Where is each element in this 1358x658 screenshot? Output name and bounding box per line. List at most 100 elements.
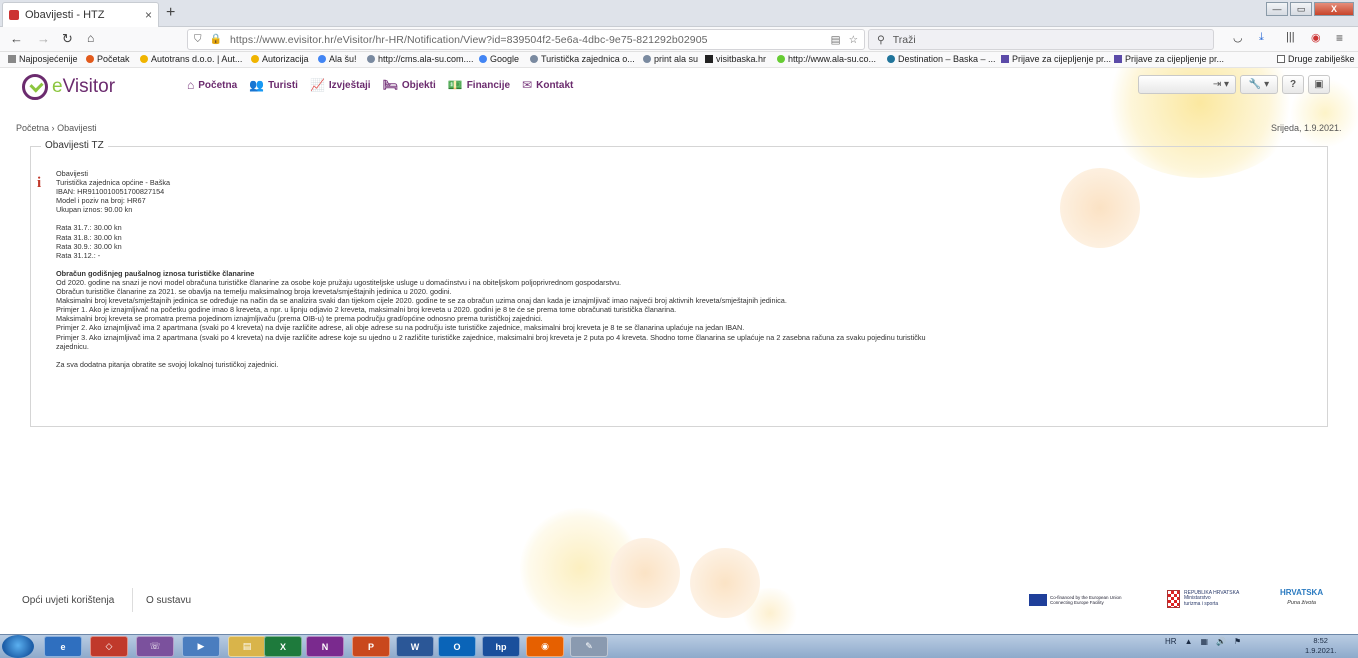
screen: { "browser": { "tab_title": "Obavijesti …: [0, 0, 1358, 658]
taskbar-ie[interactable]: e: [44, 636, 82, 657]
bookmark-star-icon[interactable]: ☆: [849, 34, 858, 46]
contact-card-button[interactable]: ▣: [1308, 75, 1330, 94]
help-button[interactable]: ?: [1282, 75, 1304, 94]
taskbar-outlook[interactable]: O: [438, 636, 476, 657]
tab-title: Obavijesti - HTZ: [25, 9, 105, 21]
search-input[interactable]: ⚲ Traži: [868, 29, 1214, 50]
notification-line: Obavijesti: [56, 169, 89, 178]
bookmark-item[interactable]: http://www.ala-su.co...: [777, 54, 876, 64]
taskbar-clock[interactable]: 8:52 1.9.2021.: [1305, 636, 1336, 656]
footer-divider: [132, 588, 133, 612]
show-hidden-icons-icon[interactable]: ▲: [1185, 637, 1193, 646]
menu-item-financije[interactable]: 💵 Financije: [448, 78, 510, 92]
bookmark-item[interactable]: Najposjećenije: [8, 54, 78, 64]
new-tab-button[interactable]: +: [166, 4, 175, 22]
notification-paragraph: Obračun turističke članarine za 2021. se…: [56, 287, 452, 297]
croatian-crest-icon: [1167, 590, 1180, 608]
notifications-panel: Obavijesti TZ i Obavijesti Turistička za…: [30, 140, 1328, 427]
bookmark-item[interactable]: visitbaska.hr: [705, 54, 766, 64]
close-tab-icon[interactable]: ×: [145, 8, 152, 22]
extension-icon[interactable]: ◉: [1311, 31, 1321, 44]
eu-logo: Co-financed by the European Union Connect…: [1029, 594, 1122, 606]
notification-paragraph: Primjer 1. Ako je iznajmljivač na početk…: [56, 305, 677, 315]
id-card-icon: ▣: [1314, 79, 1324, 90]
menu-item-turisti[interactable]: 👥 Turisti: [249, 78, 298, 92]
taskbar-powerpoint[interactable]: P: [352, 636, 390, 657]
main-menu: ⌂ Početna 👥 Turisti 📈 Izvještaji 🛏 Objekti 💵…: [187, 78, 585, 92]
shield-icon: ⛉: [194, 34, 202, 45]
page-footer: Opći uvjeti korištenja O sustavu Co-fina…: [0, 586, 1358, 626]
bookmark-item[interactable]: Destination – Baska – ...: [887, 54, 996, 64]
taskbar-media[interactable]: ▶: [182, 636, 220, 657]
info-icon: i: [37, 175, 42, 191]
globe-icon: [643, 55, 651, 63]
taskbar-hp[interactable]: hp: [482, 636, 520, 657]
settings-dropdown[interactable]: 🔧 ▾: [1240, 75, 1278, 94]
bookmark-item[interactable]: Autotrans d.o.o. | Aut...: [140, 54, 242, 64]
taskbar-explorer[interactable]: ▤: [228, 636, 266, 657]
notification-heading: Obračun godišnjeg paušalnog iznosa turis…: [56, 268, 255, 278]
close-window-button[interactable]: X: [1314, 2, 1354, 16]
bookmark-item[interactable]: print ala su: [643, 54, 698, 64]
forward-icon[interactable]: →: [37, 31, 50, 46]
bookmark-item[interactable]: Početak: [86, 54, 130, 64]
notification-line: IBAN: HR9110010051700827154: [56, 187, 165, 197]
taskbar-firefox[interactable]: ◉: [526, 636, 564, 657]
evisitor-logo[interactable]: eVisitor: [22, 74, 115, 100]
reader-icon[interactable]: ▤: [831, 34, 841, 46]
language-indicator[interactable]: HR: [1165, 637, 1177, 646]
menu-icon[interactable]: ≡: [1336, 31, 1343, 45]
start-button[interactable]: [2, 635, 34, 658]
bookmark-item[interactable]: Google: [479, 54, 519, 64]
globe-icon: [367, 55, 375, 63]
breadcrumb-separator: ›: [51, 123, 55, 133]
bookmark-item[interactable]: http://cms.ala-su.com....: [367, 54, 474, 64]
reload-icon[interactable]: ↻: [62, 31, 73, 47]
search-icon: ⚲: [877, 33, 885, 46]
about-link[interactable]: O sustavu: [146, 595, 191, 606]
bookmark-item[interactable]: Ala šu!: [318, 54, 357, 64]
taskbar-paint[interactable]: ✎: [570, 636, 608, 657]
notification-paragraph: Za sva dodatna pitanja obratite se svojo…: [56, 359, 279, 369]
logout-icon: ⇥ ▾: [1212, 79, 1229, 90]
notification-paragraph: zajednicu.: [56, 341, 89, 351]
breadcrumb-home[interactable]: Početna: [16, 123, 49, 133]
flag-icon[interactable]: ⚑: [1234, 637, 1241, 646]
search-placeholder: Traži: [892, 33, 916, 46]
notification-line: Rata 31.8.: 30.00 kn: [56, 232, 122, 242]
back-icon[interactable]: ←: [10, 31, 23, 46]
pocket-icon[interactable]: ◡: [1233, 31, 1243, 44]
bookmark-folder[interactable]: Druge zabilješke: [1277, 54, 1355, 64]
taskbar-foxit[interactable]: ◇: [90, 636, 128, 657]
browser-tab[interactable]: Obavijesti - HTZ ×: [2, 2, 159, 27]
notification-line: Turistička zajednica općine - Baška: [56, 178, 171, 188]
maximize-button[interactable]: ▭: [1290, 2, 1312, 16]
volume-icon[interactable]: 🔊: [1216, 637, 1226, 646]
address-bar[interactable]: ⛉ 🔒 https://www.evisitor.hr/eVisitor/hr-…: [187, 29, 865, 50]
menu-item-objekti[interactable]: 🛏 Objekti: [383, 78, 436, 92]
download-icon[interactable]: ⤓: [1259, 31, 1264, 44]
terms-link[interactable]: Opći uvjeti korištenja: [22, 595, 114, 606]
menu-item-izvjestaji[interactable]: 📈 Izvještaji: [310, 78, 371, 92]
taskbar-viber[interactable]: ☏: [136, 636, 174, 657]
ministry-logo: REPUBLIKA HRVATSKA Ministarstvo turizma i …: [1167, 590, 1239, 608]
library-icon[interactable]: |||: [1286, 31, 1295, 43]
network-icon[interactable]: ▦: [1200, 637, 1208, 646]
bookmark-item[interactable]: Prijave za cijepljenje pr...: [1001, 54, 1111, 64]
menu-item-pocetna[interactable]: ⌂ Početna: [187, 78, 237, 92]
user-dropdown[interactable]: ⇥ ▾: [1138, 75, 1236, 94]
bookmark-item[interactable]: Autorizacija: [251, 54, 309, 64]
menu-item-kontakt[interactable]: ✉ Kontakt: [522, 78, 573, 92]
bookmark-item[interactable]: Prijave za cijepljenje pr...: [1114, 54, 1224, 64]
taskbar-excel[interactable]: X: [264, 636, 302, 657]
minimize-button[interactable]: —: [1266, 2, 1288, 16]
bookmark-item[interactable]: Turistička zajednica o...: [530, 54, 635, 64]
bookmarks-bar: Najposjećenije Početak Autotrans d.o.o. …: [0, 52, 1358, 68]
taskbar-onenote[interactable]: N: [306, 636, 344, 657]
money-icon: 💵: [447, 78, 463, 92]
home-icon[interactable]: ⌂: [87, 31, 94, 45]
taskbar-word[interactable]: W: [396, 636, 434, 657]
